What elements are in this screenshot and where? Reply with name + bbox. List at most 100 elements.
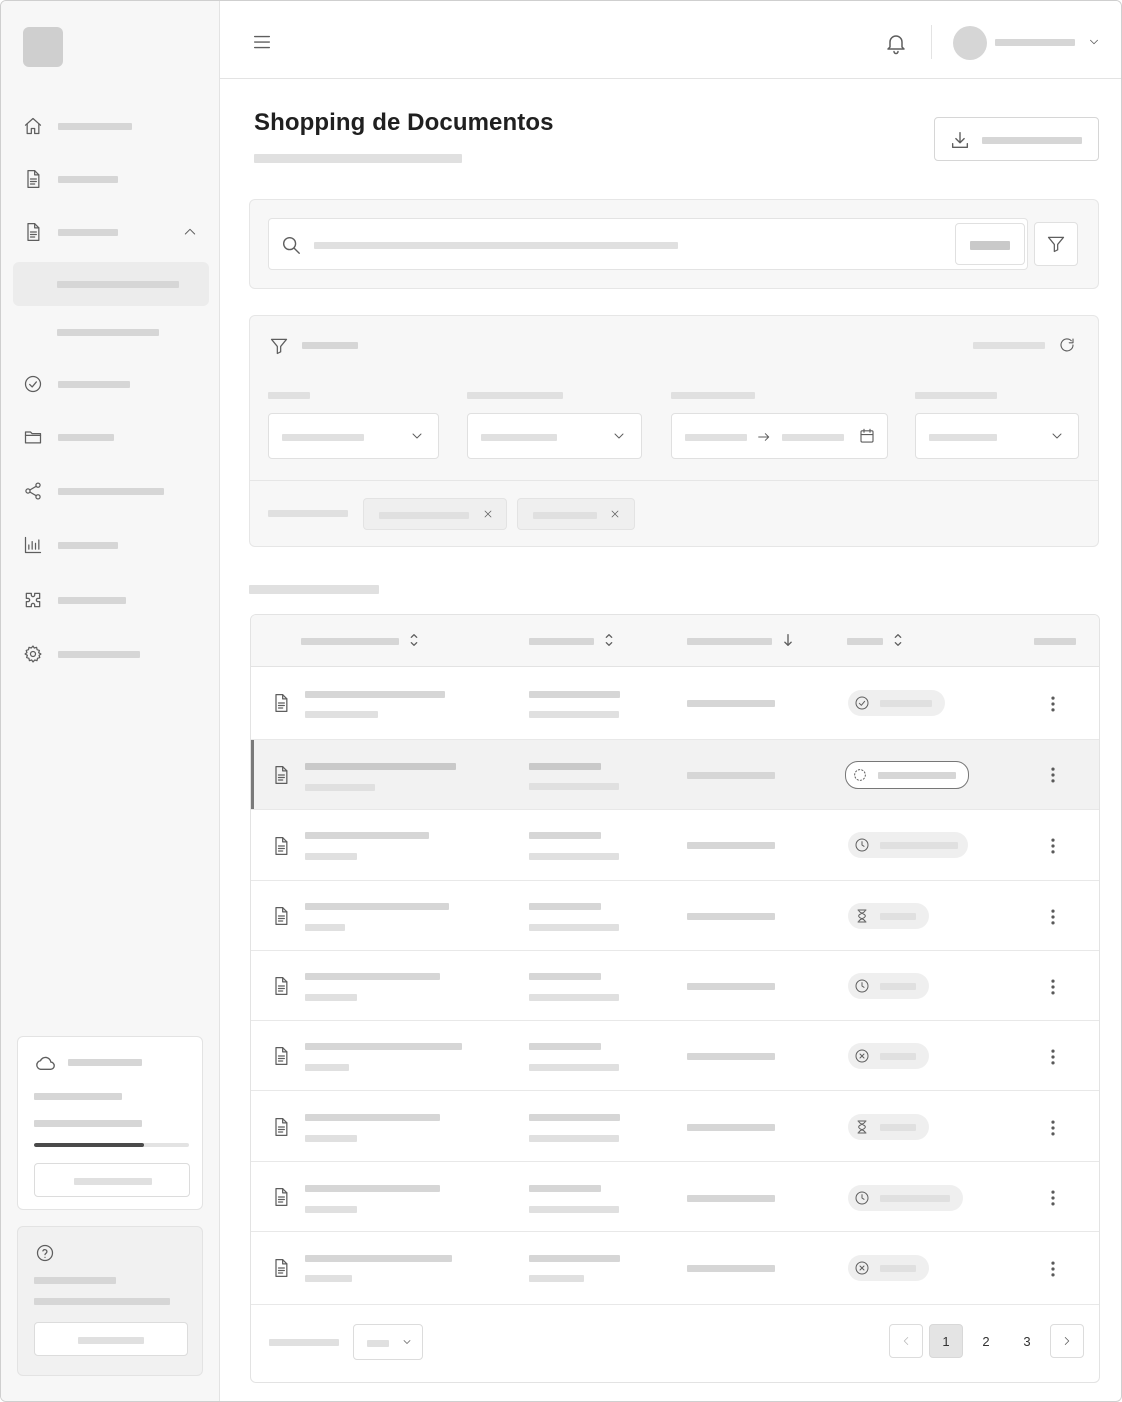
page-2-button[interactable]: 2: [969, 1324, 1003, 1358]
button-label: [970, 241, 1010, 250]
chevron-up-icon[interactable]: [181, 223, 199, 241]
export-button[interactable]: [934, 117, 1099, 161]
table-row[interactable]: [251, 1162, 1099, 1232]
sidebar-item-sharing[interactable]: [1, 474, 220, 508]
status-badge: [848, 973, 929, 999]
document-name: [305, 973, 440, 980]
sidebar-subitem-active[interactable]: [13, 262, 209, 306]
category-value: [529, 1043, 601, 1050]
filter-label: [268, 392, 310, 399]
table-row[interactable]: [251, 810, 1099, 881]
calendar-icon: [857, 426, 877, 446]
refresh-icon[interactable]: [1057, 335, 1077, 355]
filter-toggle-button[interactable]: [1034, 222, 1078, 266]
arrow-down-icon[interactable]: [781, 632, 795, 648]
menu-icon[interactable]: [250, 30, 274, 54]
table-row-selected[interactable]: [251, 740, 1099, 810]
more-options-icon[interactable]: [1041, 1116, 1065, 1140]
prev-page-button[interactable]: [889, 1324, 923, 1358]
more-options-icon[interactable]: [1041, 975, 1065, 999]
column-header-category[interactable]: [529, 638, 594, 645]
date-value: [687, 1195, 775, 1202]
table-row[interactable]: [251, 1091, 1099, 1162]
table-header: [251, 615, 1099, 667]
sidebar-item-integrations[interactable]: [1, 583, 220, 617]
upgrade-storage-button[interactable]: [34, 1163, 190, 1197]
table-row[interactable]: [251, 951, 1099, 1021]
sidebar-item-label: [58, 651, 140, 658]
clear-filters-link[interactable]: [973, 342, 1045, 349]
date-value: [687, 1265, 775, 1272]
search-button[interactable]: [955, 223, 1025, 265]
status-select[interactable]: [915, 413, 1079, 459]
more-options-icon[interactable]: [1041, 763, 1065, 787]
type-select[interactable]: [268, 413, 439, 459]
category-value: [529, 973, 601, 980]
status-badge: [848, 903, 929, 929]
next-page-button[interactable]: [1050, 1324, 1084, 1358]
chevron-down-icon: [400, 1335, 414, 1349]
avatar[interactable]: [953, 26, 987, 60]
document-icon: [23, 222, 43, 242]
user-name[interactable]: [995, 39, 1075, 46]
sidebar-item-shopping[interactable]: [1, 215, 220, 249]
sidebar-item-folders[interactable]: [1, 420, 220, 454]
close-icon[interactable]: [608, 507, 622, 521]
page-subtitle: [254, 154, 462, 163]
sidebar-item-documents[interactable]: [1, 162, 220, 196]
status-badge: [848, 690, 945, 716]
table-row[interactable]: [251, 668, 1099, 740]
category-meta: [529, 1135, 619, 1142]
filter-chip: [517, 498, 635, 530]
column-header-date[interactable]: [687, 638, 772, 645]
category-select[interactable]: [467, 413, 642, 459]
sidebar-subitem[interactable]: [13, 310, 209, 354]
divider: [250, 480, 1098, 481]
document-name: [305, 691, 445, 698]
document-meta: [305, 994, 357, 1001]
more-options-icon[interactable]: [1041, 1186, 1065, 1210]
more-options-icon[interactable]: [1041, 834, 1065, 858]
sidebar-item-approvals[interactable]: [1, 367, 220, 401]
bell-icon[interactable]: [883, 30, 909, 56]
help-contact-button[interactable]: [34, 1322, 188, 1356]
search-placeholder: [314, 242, 678, 249]
more-options-icon[interactable]: [1041, 692, 1065, 716]
rows-per-page-select[interactable]: [353, 1324, 423, 1360]
sort-icon[interactable]: [407, 632, 421, 648]
more-options-icon[interactable]: [1041, 905, 1065, 929]
table-row[interactable]: [251, 1232, 1099, 1305]
documents-table: 1 2 3: [250, 614, 1100, 1383]
column-header-status[interactable]: [847, 638, 883, 645]
puzzle-icon: [23, 590, 43, 610]
column-header-name[interactable]: [301, 638, 399, 645]
page-3-button[interactable]: 3: [1010, 1324, 1044, 1358]
category-value: [529, 903, 601, 910]
app-logo[interactable]: [23, 27, 63, 67]
date-value: [687, 1124, 775, 1131]
more-options-icon[interactable]: [1041, 1257, 1065, 1281]
sidebar-item-home[interactable]: [1, 109, 220, 143]
hourglass-icon: [854, 1119, 870, 1135]
help-circle-icon: [34, 1242, 56, 1264]
date-range-picker[interactable]: [671, 413, 888, 459]
status-badge: [848, 832, 968, 858]
more-options-icon[interactable]: [1041, 1045, 1065, 1069]
search-input[interactable]: [268, 218, 1028, 270]
category-meta: [529, 1206, 619, 1213]
sidebar-item-label: [58, 176, 118, 183]
sidebar-item-settings[interactable]: [1, 637, 220, 671]
page-1-button[interactable]: 1: [929, 1324, 963, 1358]
filter-chip: [363, 498, 507, 530]
chevron-down-icon[interactable]: [1086, 34, 1102, 50]
sidebar-item-label: [58, 381, 130, 388]
category-meta: [529, 783, 619, 790]
sort-icon[interactable]: [602, 632, 616, 648]
sidebar-item-reports[interactable]: [1, 528, 220, 562]
sort-icon[interactable]: [891, 632, 905, 648]
close-icon[interactable]: [481, 507, 495, 521]
table-row[interactable]: [251, 881, 1099, 951]
table-row[interactable]: [251, 1021, 1099, 1091]
results-count: [249, 585, 379, 594]
select-value: [481, 434, 557, 441]
